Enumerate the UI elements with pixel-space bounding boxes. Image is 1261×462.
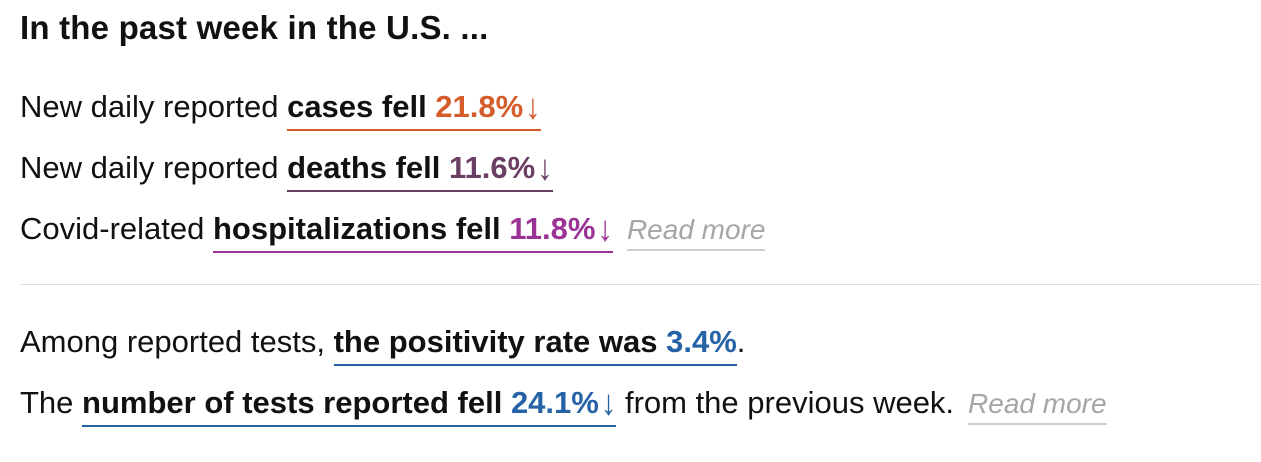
down-arrow-icon: ↓	[537, 147, 553, 188]
positivity-value: 3.4%	[666, 324, 737, 359]
hospitalizations-value: 11.8%	[509, 211, 596, 246]
deaths-link[interactable]: deaths fell 11.6%↓	[287, 147, 553, 192]
hospitalizations-link[interactable]: hospitalizations fell 11.8%↓	[212, 208, 613, 253]
tests-value: 24.1%	[510, 385, 599, 420]
tests-link[interactable]: number of tests reported fell 24.1%↓	[82, 382, 617, 427]
read-more-link[interactable]: Read more	[626, 213, 766, 251]
positivity-prefix: Among reported tests,	[20, 324, 334, 359]
positivity-link[interactable]: the positivity rate was 3.4%	[333, 324, 737, 366]
deaths-prefix: New daily reported	[20, 150, 288, 185]
tests-metric: number of tests reported fell	[82, 385, 511, 420]
cases-metric: cases fell	[287, 89, 436, 124]
tests-prefix: The	[20, 385, 83, 420]
hospitalizations-prefix: Covid-related	[20, 211, 213, 246]
deaths-metric: deaths fell	[287, 150, 450, 185]
hospitalizations-row: Covid-related hospitalizations fell 11.8…	[20, 208, 766, 253]
deaths-row: New daily reported deaths fell 11.6%↓	[20, 147, 553, 192]
tests-row: The number of tests reported fell 24.1%↓…	[20, 382, 1107, 427]
positivity-suffix: .	[736, 324, 746, 359]
tests-suffix: from the previous week.	[616, 385, 955, 420]
section-divider	[20, 284, 1260, 285]
deaths-value: 11.6%	[449, 150, 536, 185]
down-arrow-icon: ↓	[525, 86, 541, 127]
summary-panel: In the past week in the U.S. ... New dai…	[20, 0, 1260, 427]
hospitalizations-metric: hospitalizations fell	[212, 211, 510, 246]
cases-row: New daily reported cases fell 21.8%↓	[20, 86, 541, 131]
cases-prefix: New daily reported	[20, 89, 288, 124]
cases-value: 21.8%	[435, 89, 524, 124]
cases-link[interactable]: cases fell 21.8%↓	[287, 86, 541, 131]
down-arrow-icon: ↓	[600, 382, 617, 423]
down-arrow-icon: ↓	[597, 208, 613, 249]
page-title: In the past week in the U.S. ...	[20, 9, 489, 46]
read-more-link[interactable]: Read more	[968, 387, 1107, 425]
positivity-metric: the positivity rate was	[333, 324, 667, 359]
positivity-row: Among reported tests, the positivity rat…	[20, 322, 745, 366]
